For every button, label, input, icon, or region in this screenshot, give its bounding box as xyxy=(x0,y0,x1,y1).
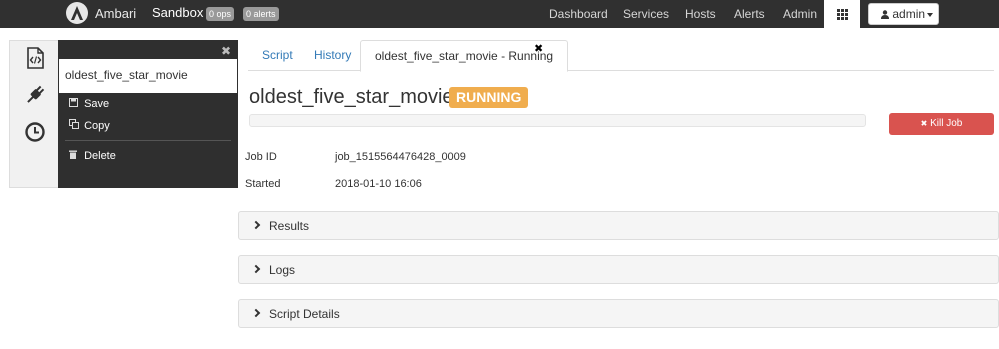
chevron-right-icon xyxy=(251,220,261,230)
script-panel: ✖ oldest_five_star_movie Save Copy Delet… xyxy=(58,40,238,188)
nav-link-admin[interactable]: Admin xyxy=(783,7,817,21)
results-label: Results xyxy=(269,219,310,233)
plug-icon[interactable] xyxy=(24,84,46,106)
page-title: oldest_five_star_movie - xyxy=(249,86,466,108)
view-sidebar xyxy=(9,40,59,188)
copy-icon xyxy=(69,119,81,135)
tab-script[interactable]: Script xyxy=(248,40,307,71)
kill-job-button[interactable]: ✖ Kill Job xyxy=(889,113,994,135)
nav-link-services[interactable]: Services xyxy=(623,7,669,21)
script-name: oldest_five_star_movie xyxy=(59,59,237,93)
user-menu-button[interactable]: admin xyxy=(868,3,939,25)
close-icon[interactable]: ✖ xyxy=(221,44,231,58)
nav-link-alerts[interactable]: Alerts xyxy=(734,7,765,21)
results-section[interactable]: Results xyxy=(238,211,999,240)
copy-label: Copy xyxy=(84,120,110,132)
close-icon: ✖ xyxy=(920,119,928,128)
delete-button[interactable]: Delete xyxy=(69,148,116,164)
script-details-section[interactable]: Script Details xyxy=(238,299,999,328)
save-icon xyxy=(69,97,81,113)
status-badge: RUNNING xyxy=(449,87,529,108)
chevron-right-icon xyxy=(251,308,261,318)
logs-label: Logs xyxy=(269,263,296,277)
job-id-value: job_1515564476428_0009 xyxy=(335,151,466,163)
script-icon[interactable] xyxy=(24,47,46,69)
ambari-logo-icon[interactable] xyxy=(66,2,88,24)
views-grid-icon[interactable] xyxy=(824,0,860,28)
started-value: 2018-01-10 16:06 xyxy=(335,178,422,190)
save-button[interactable]: Save xyxy=(69,96,109,112)
kill-job-label: Kill Job xyxy=(930,118,963,129)
tab-history[interactable]: History xyxy=(300,40,365,71)
script-details-label: Script Details xyxy=(269,307,340,321)
panel-divider xyxy=(65,140,231,141)
tab-close-icon[interactable]: ✖ xyxy=(534,42,543,55)
job-id-label: Job ID xyxy=(245,151,277,163)
logs-section[interactable]: Logs xyxy=(238,255,999,284)
nav-link-hosts[interactable]: Hosts xyxy=(685,7,716,21)
cluster-name[interactable]: Sandbox xyxy=(152,5,203,20)
top-navbar: Ambari Sandbox 0 ops 0 alerts Dashboard … xyxy=(0,0,999,28)
caret-down-icon xyxy=(927,12,934,17)
started-label: Started xyxy=(245,178,281,190)
trash-icon xyxy=(69,149,81,165)
ops-badge[interactable]: 0 ops xyxy=(206,7,235,21)
save-label: Save xyxy=(84,98,110,110)
chevron-right-icon xyxy=(251,264,261,274)
user-icon xyxy=(881,7,892,21)
copy-button[interactable]: Copy xyxy=(69,118,110,134)
user-menu-label: admin xyxy=(892,7,926,21)
delete-label: Delete xyxy=(84,150,116,162)
job-progress-bar xyxy=(249,114,866,127)
nav-link-dashboard[interactable]: Dashboard xyxy=(549,7,608,21)
alerts-badge[interactable]: 0 alerts xyxy=(243,7,279,21)
job-tabs: Script History oldest_five_star_movie - … xyxy=(248,40,994,72)
brand-name[interactable]: Ambari xyxy=(95,6,136,21)
clock-icon[interactable] xyxy=(24,121,46,143)
